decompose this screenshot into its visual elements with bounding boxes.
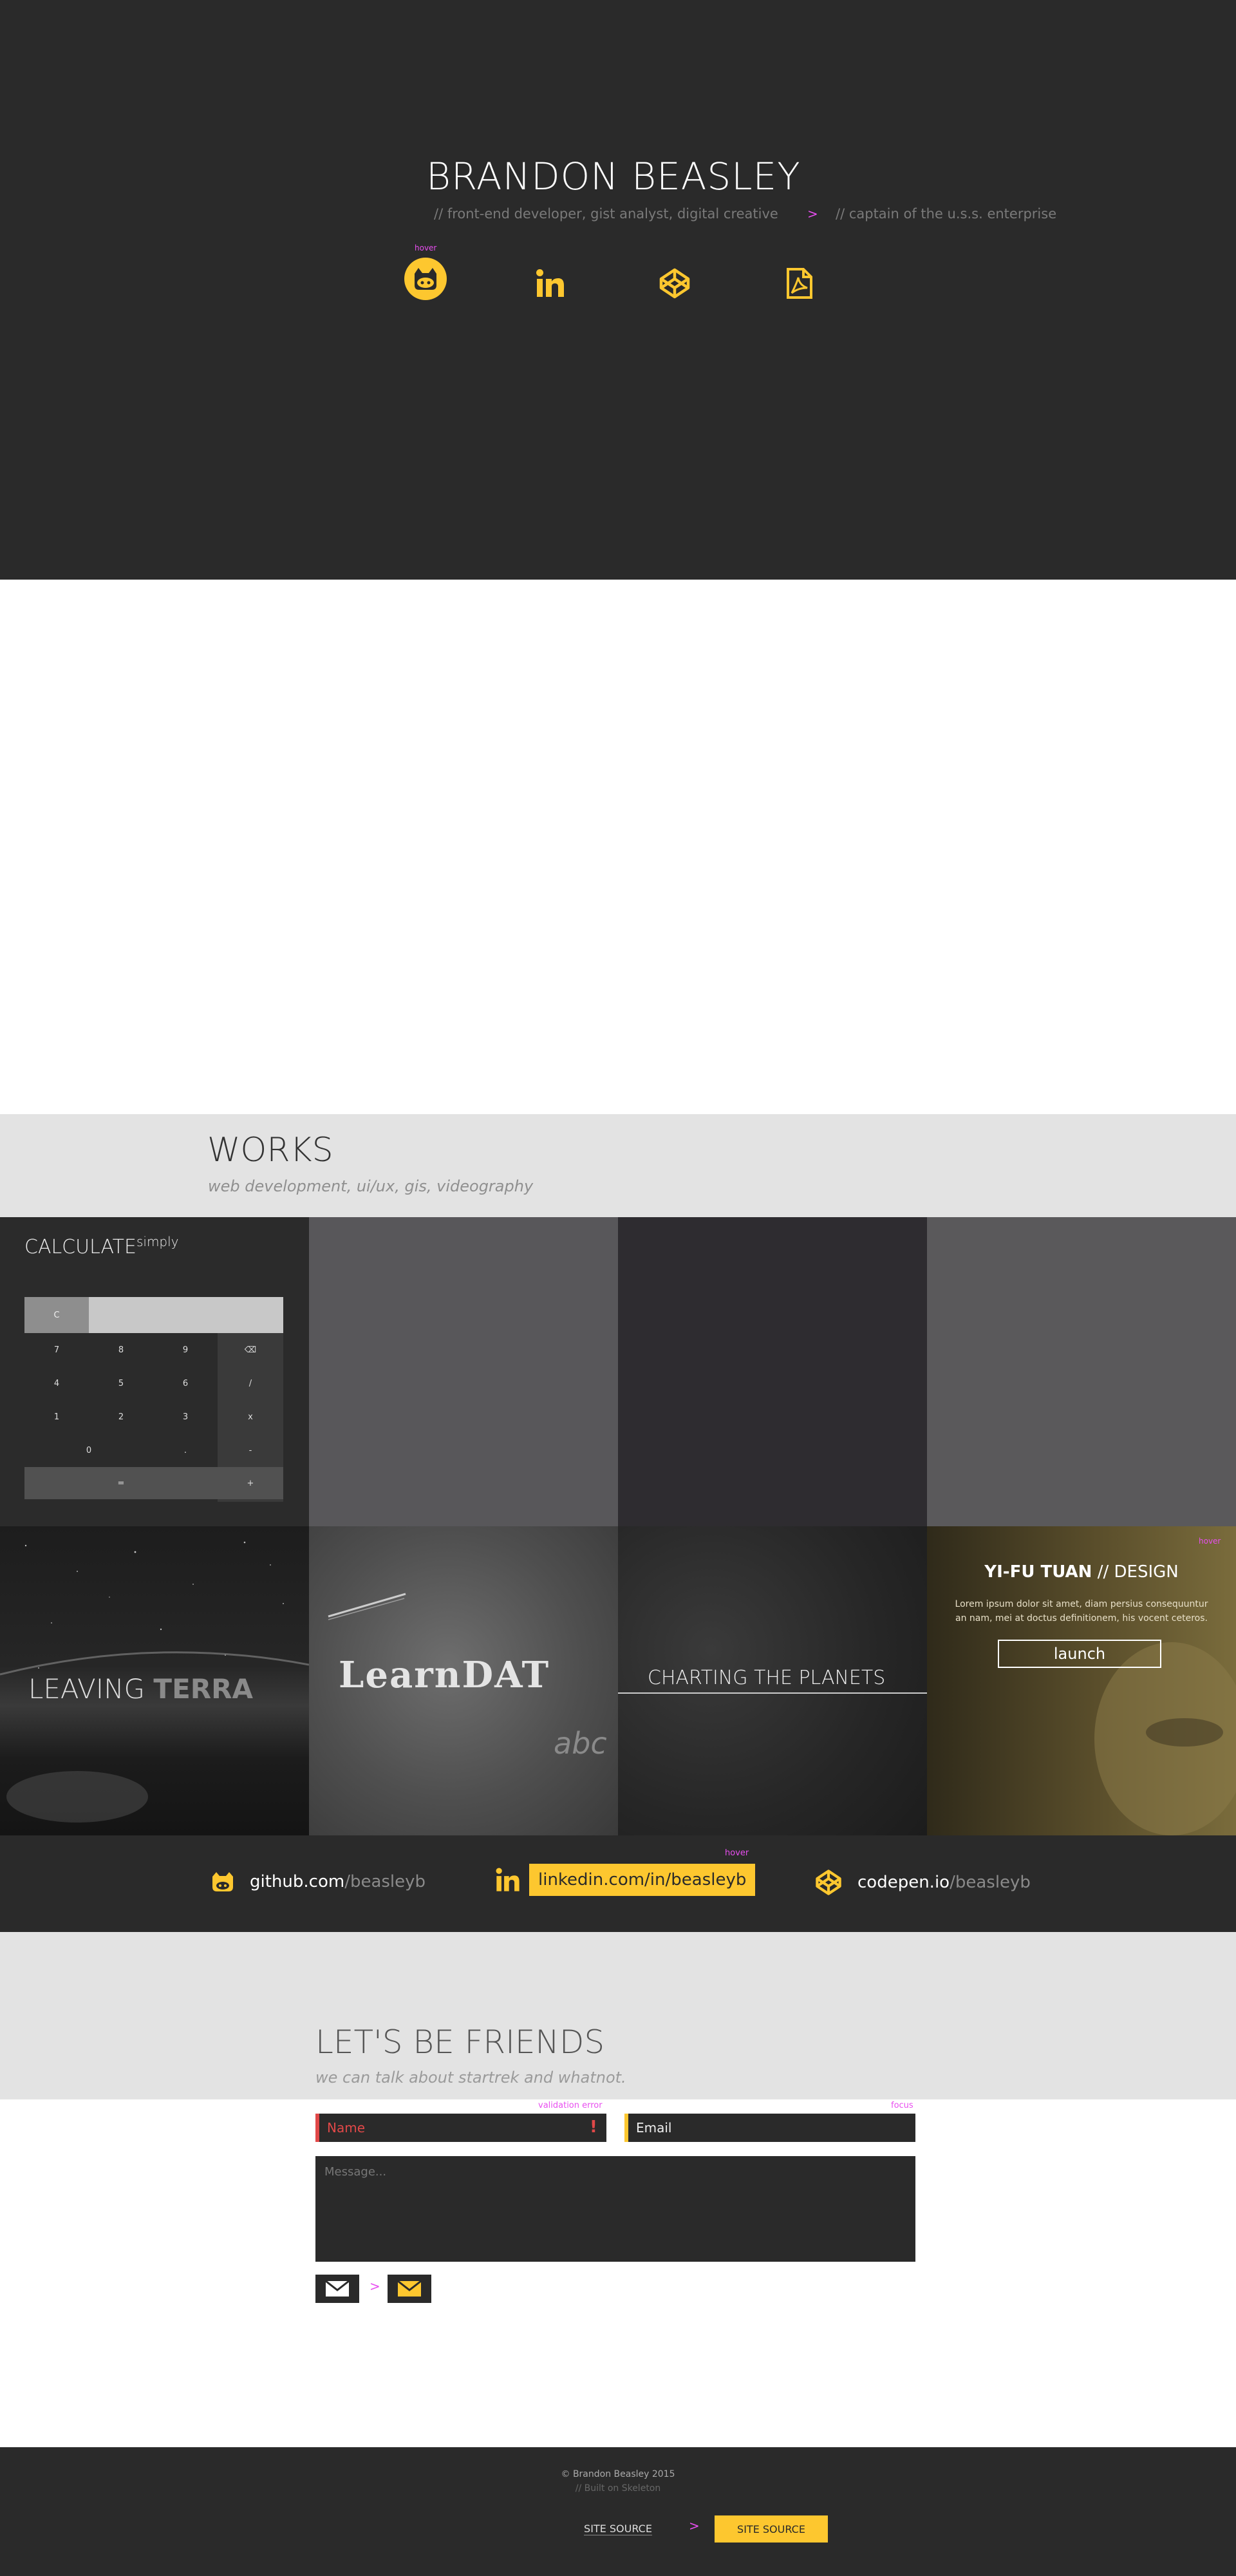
calc-operator-column: ⌫ / x - + (218, 1333, 283, 1502)
site-source-link[interactable]: SITE SOURCE (566, 2515, 670, 2543)
hero-resume-link[interactable] (776, 261, 821, 306)
name-field[interactable]: Name ! (315, 2114, 606, 2142)
github-icon (404, 258, 447, 300)
calc-key-minus[interactable]: - (218, 1434, 283, 1467)
pdf-icon (787, 268, 812, 299)
calc-key-4[interactable]: 4 (24, 1367, 89, 1400)
page-footer (0, 2447, 1236, 2576)
linkedin-icon (536, 269, 564, 297)
calc-key-7[interactable]: 7 (24, 1333, 89, 1367)
calculator-title: CALCULATEsimply (24, 1234, 179, 1258)
calc-key-8[interactable]: 8 (89, 1333, 153, 1367)
works-title: WORKS (207, 1131, 333, 1170)
calc-backspace-icon[interactable]: ⌫ (218, 1333, 283, 1367)
calc-clear-button[interactable]: C (24, 1297, 89, 1333)
hover-note: hover (725, 1848, 749, 1858)
hero-state-arrow: > (807, 206, 818, 222)
hero-name: BRANDON BEASLEY (426, 155, 801, 198)
leaving-terra-tile[interactable]: LEAVING TERRA (0, 1526, 309, 1835)
calc-key-dot[interactable]: . (153, 1434, 218, 1467)
send-button[interactable] (315, 2275, 359, 2303)
works-subtitle: web development, ui/ux, gis, videography (208, 1177, 534, 1195)
project-tile-blank-2[interactable] (618, 1217, 927, 1526)
codepen-link[interactable]: codepen.io/beasleyb (815, 1869, 1031, 1896)
hero-codepen-link[interactable] (652, 261, 697, 306)
calc-key-divide[interactable]: / (218, 1367, 283, 1400)
focus-note: focus (891, 2101, 913, 2110)
hero-linkedin-link[interactable] (528, 261, 573, 306)
footer-copyright: © Brandon Beasley 2015 (561, 2469, 675, 2479)
learndat-title: LearnDAT (339, 1654, 550, 1696)
chalk-scribble: abc (554, 1726, 607, 1761)
calc-key-6[interactable]: 6 (153, 1367, 218, 1400)
hero-tagline: // front-end developer, gist analyst, di… (434, 206, 778, 222)
hover-note: hover (1199, 1537, 1221, 1546)
name-field-placeholder: Name (327, 2120, 366, 2136)
calc-display (89, 1297, 283, 1333)
leaving-terra-title: LEAVING TERRA (28, 1673, 253, 1705)
calc-key-0[interactable]: 0 (24, 1434, 153, 1467)
hero-section (0, 0, 1236, 580)
calc-key-5[interactable]: 5 (89, 1367, 153, 1400)
calculator-tile[interactable]: CALCULATEsimply C 7 8 9 4 5 6 1 2 3 0 . … (0, 1217, 309, 1526)
calc-key-equals[interactable]: = (24, 1467, 218, 1499)
learndat-tile[interactable]: LearnDAT abc (309, 1526, 618, 1835)
calc-key-2[interactable]: 2 (89, 1400, 153, 1434)
contact-title: LET'S BE FRIENDS (315, 2023, 605, 2061)
yifu-title: YI-FU TUAN // DESIGN (984, 1562, 1179, 1582)
error-icon: ! (590, 2117, 597, 2137)
works-header (0, 1114, 1236, 1217)
state-arrow: > (370, 2278, 380, 2294)
yifu-tuan-tile[interactable]: hover YI-FU TUAN // DESIGN Lorem ipsum d… (927, 1526, 1236, 1835)
planets-title: CHARTING THE PLANETS (648, 1667, 886, 1689)
github-icon (212, 1872, 233, 1891)
message-field[interactable]: Message... (315, 2156, 915, 2262)
charting-planets-tile[interactable]: CHARTING THE PLANETS (618, 1526, 927, 1835)
calc-key-multiply[interactable]: x (218, 1400, 283, 1434)
mail-icon (397, 2280, 422, 2297)
launch-button[interactable]: launch (998, 1640, 1161, 1668)
calc-key-1[interactable]: 1 (24, 1400, 89, 1434)
codepen-icon (816, 1870, 841, 1895)
yifu-description: Lorem ipsum dolor sit amet, diam persius… (955, 1599, 1208, 1624)
linkedin-link-text: linkedin.com/in/beasleyb (529, 1864, 756, 1896)
calc-key-9[interactable]: 9 (153, 1333, 218, 1367)
codepen-link-text: codepen.io/beasleyb (857, 1873, 1031, 1892)
hero-github-link[interactable] (403, 256, 448, 301)
mail-icon (325, 2280, 350, 2297)
calc-key-plus[interactable]: + (218, 1467, 283, 1499)
calc-number-pad: 7 8 9 4 5 6 1 2 3 0 . = (24, 1333, 218, 1502)
send-button-hover[interactable] (388, 2275, 431, 2303)
contact-subtitle: we can talk about startrek and whatnot. (315, 2069, 626, 2087)
codepen-icon (659, 268, 690, 299)
state-arrow: > (689, 2518, 700, 2533)
message-field-placeholder: Message... (324, 2165, 387, 2179)
github-link-text: github.com/beasleyb (250, 1872, 426, 1891)
project-tile-blank-1[interactable] (309, 1217, 618, 1526)
email-field-placeholder: Email (636, 2120, 672, 2136)
linkedin-icon (496, 1868, 520, 1891)
github-link[interactable]: github.com/beasleyb (210, 1869, 426, 1895)
calculator-widget: C 7 8 9 4 5 6 1 2 3 0 . = ⌫ / x - + (24, 1297, 283, 1502)
site-source-link-hover[interactable]: SITE SOURCE (715, 2515, 828, 2543)
project-tile-blank-3[interactable] (927, 1217, 1236, 1526)
email-field[interactable]: Email (624, 2114, 915, 2142)
hover-note: hover (415, 243, 437, 252)
validation-note: validation error (538, 2101, 603, 2110)
linkedin-link[interactable]: linkedin.com/in/beasleyb (494, 1864, 756, 1896)
calc-key-3[interactable]: 3 (153, 1400, 218, 1434)
footer-built-on: // Built on Skeleton (575, 2483, 661, 2494)
hero-tagline-alt: // captain of the u.s.s. enterprise (836, 206, 1057, 222)
